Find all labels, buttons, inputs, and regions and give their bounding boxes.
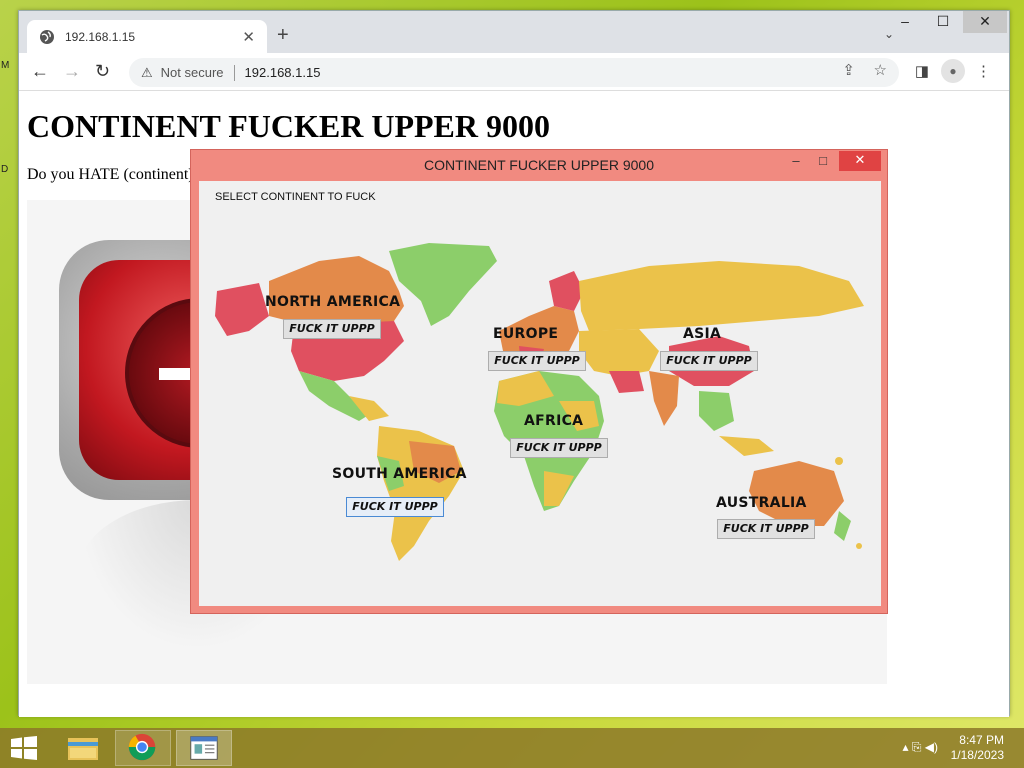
- continent-label-australia: AUSTRALIA: [716, 495, 807, 511]
- bookmark-star-icon[interactable]: ☆: [874, 61, 887, 79]
- back-icon[interactable]: ←: [31, 61, 49, 81]
- desktop-icon-label: D: [1, 164, 9, 175]
- minimize-button[interactable]: –: [885, 11, 925, 33]
- desktop-icon-label: M: [1, 60, 10, 71]
- warning-icon[interactable]: ⚠: [141, 65, 153, 81]
- continent-label-south-america: SOUTH AMERICA: [332, 466, 467, 482]
- divider: [233, 64, 235, 81]
- close-button[interactable]: ✕: [963, 11, 1007, 33]
- fuck-it-button-australia[interactable]: FUCK IT UPPP: [717, 519, 815, 539]
- fuck-it-button-south-america[interactable]: FUCK IT UPPP: [346, 497, 444, 517]
- share-icon[interactable]: ⇪: [842, 61, 855, 79]
- maximize-button[interactable]: ☐: [923, 11, 963, 33]
- tab-strip: 192.168.1.15 ✕ + ⌄ – ☐ ✕: [19, 11, 1009, 53]
- clock-date: 1/18/2023: [950, 748, 1004, 762]
- app-maximize-button[interactable]: □: [811, 152, 835, 172]
- file-explorer-icon[interactable]: [56, 730, 112, 766]
- system-tray-icons[interactable]: ▴ ⎘ ◀): [902, 740, 938, 755]
- world-map: [215, 243, 864, 561]
- tab-close-icon[interactable]: ✕: [242, 28, 255, 46]
- browser-toolbar: ← → ↻ ⚠ Not secure 192.168.1.15 ⇪ ☆ ◨ ● …: [19, 53, 1009, 91]
- continent-label-africa: AFRICA: [524, 413, 584, 429]
- security-label[interactable]: Not secure: [161, 65, 224, 80]
- continent-label-north-america: NORTH AMERICA: [265, 294, 401, 310]
- browser-tab[interactable]: 192.168.1.15 ✕: [27, 20, 267, 53]
- forward-icon[interactable]: →: [63, 61, 81, 81]
- continent-label-asia: ASIA: [683, 326, 722, 342]
- side-panel-icon[interactable]: ◨: [915, 62, 929, 80]
- app-taskbar-icon[interactable]: [176, 730, 232, 766]
- fuck-it-button-asia[interactable]: FUCK IT UPPP: [660, 351, 758, 371]
- fuck-it-button-africa[interactable]: FUCK IT UPPP: [510, 438, 608, 458]
- fuck-it-button-north-america[interactable]: FUCK IT UPPP: [283, 319, 381, 339]
- app-window: CONTINENT FUCKER UPPER 9000 – □ ✕ SELECT…: [190, 149, 888, 614]
- windows-start-icon[interactable]: [10, 736, 38, 760]
- globe-icon: [40, 29, 54, 44]
- menu-icon[interactable]: ⋮: [976, 62, 991, 80]
- continent-label-europe: EUROPE: [493, 326, 559, 342]
- tab-title: 192.168.1.15: [65, 29, 136, 44]
- profile-avatar-icon[interactable]: ●: [941, 59, 965, 83]
- page-title: CONTINENT FUCKER UPPER 9000: [27, 108, 550, 144]
- app-close-button[interactable]: ✕: [839, 151, 881, 171]
- clock[interactable]: 8:47 PM 1/18/2023: [951, 733, 1004, 763]
- fuck-it-button-europe[interactable]: FUCK IT UPPP: [488, 351, 586, 371]
- address-bar[interactable]: ⚠ Not secure 192.168.1.15 ⇪ ☆: [129, 58, 899, 87]
- clock-time: 8:47 PM: [959, 733, 1004, 747]
- select-prompt: SELECT CONTINENT TO FUCK: [215, 191, 376, 203]
- chrome-taskbar-icon[interactable]: [115, 730, 171, 766]
- taskbar: ▴ ⎘ ◀) 8:47 PM 1/18/2023: [0, 728, 1024, 768]
- new-tab-button[interactable]: +: [277, 25, 289, 45]
- app-client-area: SELECT CONTINENT TO FUCK NORTH AMERICA F…: [199, 181, 881, 606]
- app-minimize-button[interactable]: –: [783, 152, 809, 172]
- url-text[interactable]: 192.168.1.15: [245, 65, 321, 80]
- page-paragraph: Do you HATE (continent): [27, 166, 194, 183]
- reload-icon[interactable]: ↻: [95, 61, 110, 81]
